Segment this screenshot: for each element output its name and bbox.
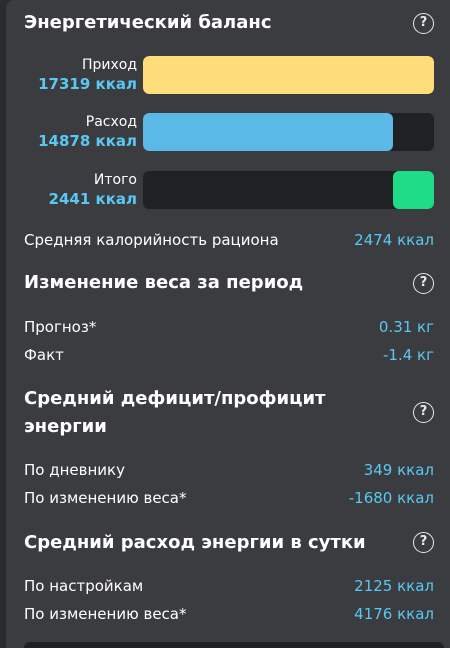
- expenditure-weight-value: 4176 ккал: [354, 605, 434, 623]
- next-section-edge: [24, 642, 444, 648]
- deficit-diary-value: 349 ккал: [363, 461, 434, 479]
- forecast-value: 0.31 кг: [378, 318, 434, 336]
- bar-fill-income: [143, 56, 434, 94]
- deficit-diary-label: По дневнику: [24, 461, 125, 479]
- weight-change-title: Изменение веса за период: [24, 272, 304, 293]
- expenditure-settings-row: По настройкам 2125 ккал: [24, 574, 434, 598]
- bar-fill-expense: [143, 113, 393, 151]
- bar-track-income: [143, 56, 434, 94]
- bar-label-total: Итого 2441 ккал: [26, 171, 137, 209]
- fact-value: -1.4 кг: [383, 346, 434, 364]
- fact-row: Факт -1.4 кг: [24, 343, 434, 367]
- bar-label-expense: Расход 14878 ккал: [26, 113, 137, 151]
- question-circle-icon[interactable]: ?: [413, 532, 434, 553]
- bar-value-total: 2441 ккал: [48, 190, 137, 208]
- deficit-weight-label: По изменению веса*: [24, 489, 187, 507]
- expenditure-weight-row: По изменению веса* 4176 ккал: [24, 602, 434, 626]
- bar-fill-total: [392, 171, 434, 209]
- question-circle-icon[interactable]: ?: [413, 402, 434, 423]
- question-circle-icon[interactable]: ?: [413, 273, 434, 294]
- forecast-row: Прогноз* 0.31 кг: [24, 315, 434, 339]
- energy-balance-title: Энергетический баланс: [24, 12, 272, 33]
- deficit-diary-row: По дневнику 349 ккал: [24, 458, 434, 482]
- deficit-weight-row: По изменению веса* -1680 ккал: [24, 486, 434, 510]
- deficit-title-line2: энергии: [24, 416, 107, 437]
- energy-stats-panel: Энергетический баланс ? Приход 17319 кка…: [6, 0, 450, 648]
- avg-calorie-value: 2474 ккал: [354, 231, 434, 249]
- expenditure-settings-value: 2125 ккал: [354, 577, 434, 595]
- bar-label-income: Приход 17319 ккал: [26, 56, 137, 94]
- question-circle-icon[interactable]: ?: [413, 13, 434, 34]
- bar-name-income: Приход: [81, 57, 137, 73]
- deficit-title-line1: Средний дефицит/профицит: [24, 388, 326, 409]
- forecast-label: Прогноз*: [24, 318, 97, 336]
- bar-track-expense: [143, 113, 434, 151]
- bar-value-expense: 14878 ккал: [38, 132, 137, 150]
- bar-name-total: Итого: [93, 172, 137, 188]
- expenditure-title: Средний расход энергии в сутки: [24, 532, 366, 553]
- bar-name-expense: Расход: [85, 114, 137, 130]
- expenditure-settings-label: По настройкам: [24, 577, 144, 595]
- bar-value-income: 17319 ккал: [38, 75, 137, 93]
- avg-calorie-label: Средняя калорийность рациона: [24, 231, 279, 249]
- bar-track-total: [143, 171, 434, 209]
- expenditure-weight-label: По изменению веса*: [24, 605, 187, 623]
- avg-calorie-row: Средняя калорийность рациона 2474 ккал: [24, 228, 434, 252]
- fact-label: Факт: [24, 346, 64, 364]
- deficit-weight-value: -1680 ккал: [348, 489, 434, 507]
